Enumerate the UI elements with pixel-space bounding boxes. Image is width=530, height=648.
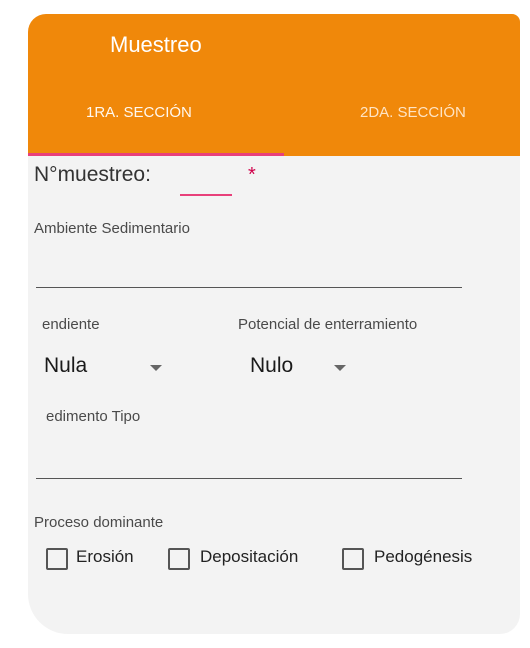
sedimento-field[interactable] <box>36 478 462 479</box>
required-indicator: * <box>248 164 256 186</box>
dropdown-caret-icon[interactable] <box>334 365 346 371</box>
sedimento-label: edimento Tipo <box>46 408 141 425</box>
ambiente-label: Ambiente Sedimentario <box>34 220 190 237</box>
tab-segunda-seccion[interactable]: 2DA. SECCIÓN <box>360 104 466 121</box>
dropdown-caret-icon[interactable] <box>150 365 162 371</box>
potencial-label: Potencial de enterramiento <box>238 316 418 333</box>
active-tab-indicator <box>28 153 284 156</box>
depositacion-label[interactable]: Depositación <box>200 547 298 567</box>
erosion-label[interactable]: Erosión <box>76 547 134 567</box>
pendiente-select[interactable]: Nula <box>44 354 87 378</box>
pedogenesis-label[interactable]: Pedogénesis <box>374 547 472 567</box>
tab-bar: 1RA. SECCIÓN 2DA. SECCIÓN <box>28 78 520 156</box>
muestreo-label: N°muestreo: <box>34 163 151 186</box>
proceso-label: Proceso dominante <box>34 514 164 531</box>
page-title: Muestreo <box>110 32 202 57</box>
pedogenesis-checkbox[interactable] <box>342 548 364 570</box>
potencial-select[interactable]: Nulo <box>250 354 293 378</box>
tab-primera-seccion[interactable]: 1RA. SECCIÓN <box>86 104 192 121</box>
depositacion-checkbox[interactable] <box>168 548 190 570</box>
pendiente-label: endiente <box>42 316 100 333</box>
ambiente-field[interactable] <box>36 287 462 288</box>
erosion-checkbox[interactable] <box>46 548 68 570</box>
app-bar: Muestreo <box>28 14 520 78</box>
form-card: Muestreo 1RA. SECCIÓN 2DA. SECCIÓN N°mue… <box>28 14 520 634</box>
muestreo-input[interactable] <box>180 170 232 196</box>
